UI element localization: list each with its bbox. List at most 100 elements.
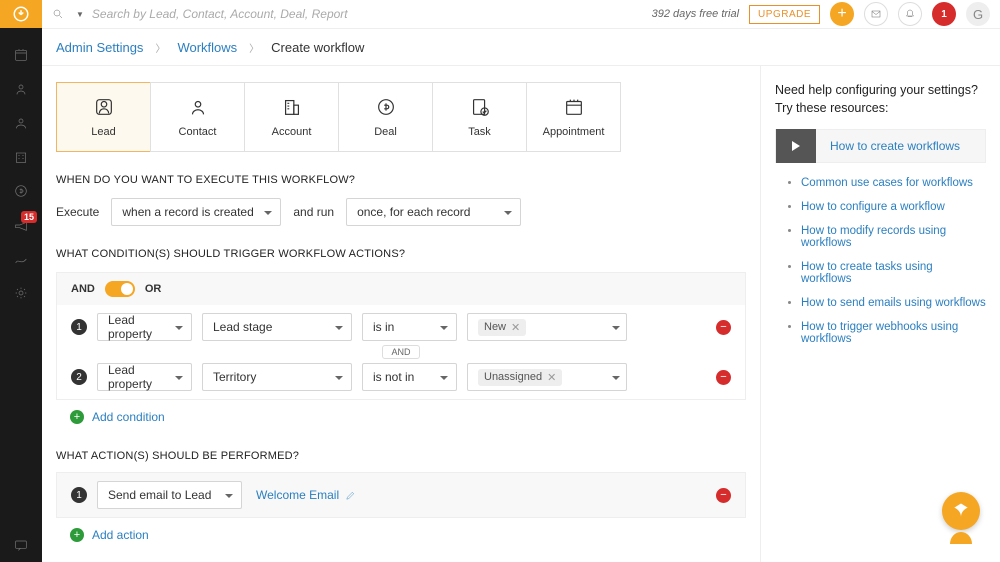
remove-tag-icon[interactable]: ✕ bbox=[511, 321, 520, 334]
task-icon bbox=[469, 96, 491, 118]
help-link[interactable]: How to modify records using workflows bbox=[801, 225, 986, 249]
section-actions-heading: WHAT ACTION(S) SHOULD BE PERFORMED? bbox=[56, 450, 746, 462]
cond2-type-dropdown[interactable]: Lead property bbox=[97, 363, 192, 391]
help-link[interactable]: How to configure a workflow bbox=[801, 201, 986, 213]
condition-number: 2 bbox=[71, 369, 87, 385]
chevron-right-icon: 〉 bbox=[155, 40, 165, 55]
help-title: Need help configuring your settings? Try… bbox=[775, 82, 986, 117]
add-condition[interactable]: + Add condition bbox=[56, 400, 746, 434]
crumb-current: Create workflow bbox=[271, 40, 364, 55]
cond1-value-dropdown[interactable]: New✕ bbox=[467, 313, 627, 341]
help-video-link[interactable]: How to create workflows bbox=[775, 129, 986, 163]
help-links-list: Common use cases for workflows How to co… bbox=[775, 177, 986, 345]
cond1-tag: New✕ bbox=[478, 319, 526, 336]
add-condition-label: Add condition bbox=[92, 410, 165, 424]
remove-tag-icon[interactable]: ✕ bbox=[547, 371, 556, 384]
global-search[interactable]: ▼ Search by Lead, Contact, Account, Deal… bbox=[52, 7, 348, 21]
cond2-value-dropdown[interactable]: Unassigned✕ bbox=[467, 363, 627, 391]
help-link[interactable]: How to send emails using workflows bbox=[801, 297, 986, 309]
help-link[interactable]: How to trigger webhooks using workflows bbox=[801, 321, 986, 345]
and-label: AND bbox=[71, 283, 95, 295]
plus-icon: + bbox=[70, 528, 84, 542]
lead-icon bbox=[93, 96, 115, 118]
execute-trigger-dropdown[interactable]: when a record is created bbox=[111, 198, 281, 226]
cond1-operator-dropdown[interactable]: is in bbox=[362, 313, 457, 341]
remove-condition-2[interactable]: − bbox=[716, 370, 731, 385]
condition-number: 1 bbox=[71, 319, 87, 335]
notification-count[interactable]: 1 bbox=[932, 2, 956, 26]
nav-user[interactable] bbox=[0, 72, 42, 106]
mail-icon[interactable] bbox=[864, 2, 888, 26]
record-task-label: Task bbox=[468, 126, 491, 138]
crumb-workflows[interactable]: Workflows bbox=[177, 40, 237, 55]
nav-badge: 15 bbox=[21, 211, 37, 223]
play-icon bbox=[776, 129, 816, 163]
crumb-admin-settings[interactable]: Admin Settings bbox=[56, 40, 143, 55]
record-task[interactable]: Task bbox=[432, 82, 527, 152]
chevron-right-icon: 〉 bbox=[249, 40, 259, 55]
search-dropdown-caret[interactable]: ▼ bbox=[76, 10, 84, 19]
help-link[interactable]: Common use cases for workflows bbox=[801, 177, 986, 189]
brand-logo[interactable] bbox=[0, 0, 42, 28]
record-lead[interactable]: Lead bbox=[56, 82, 151, 152]
add-action[interactable]: + Add action bbox=[56, 518, 746, 552]
contact-icon bbox=[187, 96, 209, 118]
bell-icon[interactable] bbox=[898, 2, 922, 26]
bot-icon bbox=[942, 492, 980, 530]
record-account[interactable]: Account bbox=[244, 82, 339, 152]
conditions-container: AND OR 1 Lead property Lead stage is in … bbox=[56, 272, 746, 400]
cond1-field-dropdown[interactable]: Lead stage bbox=[202, 313, 352, 341]
remove-action-1[interactable]: − bbox=[716, 488, 731, 503]
actions-container: 1 Send email to Lead Welcome Email − bbox=[56, 472, 746, 518]
help-video-label: How to create workflows bbox=[816, 139, 960, 153]
deal-icon bbox=[375, 96, 397, 118]
add-action-label: Add action bbox=[92, 528, 149, 542]
record-deal[interactable]: Deal bbox=[338, 82, 433, 152]
search-placeholder: Search by Lead, Contact, Account, Deal, … bbox=[92, 7, 348, 21]
cond2-tag: Unassigned✕ bbox=[478, 369, 562, 386]
record-contact[interactable]: Contact bbox=[150, 82, 245, 152]
andrun-label: and run bbox=[293, 205, 334, 219]
record-appointment-label: Appointment bbox=[543, 126, 605, 138]
execute-frequency-dropdown[interactable]: once, for each record bbox=[346, 198, 521, 226]
plus-icon: + bbox=[70, 410, 84, 424]
account-icon bbox=[281, 96, 303, 118]
appointment-icon bbox=[563, 96, 585, 118]
condition-row-1: 1 Lead property Lead stage is in New✕ − bbox=[57, 305, 745, 349]
record-lead-label: Lead bbox=[91, 126, 115, 138]
avatar[interactable]: G bbox=[966, 2, 990, 26]
cond2-field-dropdown[interactable]: Territory bbox=[202, 363, 352, 391]
nav-settings[interactable] bbox=[0, 276, 42, 310]
main-content: Lead Contact Account Deal Task Appointme… bbox=[42, 66, 760, 562]
nav-campaigns[interactable]: 15 bbox=[0, 208, 42, 242]
help-panel: Need help configuring your settings? Try… bbox=[760, 66, 1000, 562]
nav-deals[interactable] bbox=[0, 174, 42, 208]
record-type-selector: Lead Contact Account Deal Task Appointme… bbox=[56, 82, 746, 152]
action-type-dropdown[interactable]: Send email to Lead bbox=[97, 481, 242, 509]
section-conditions-heading: WHAT CONDITION(S) SHOULD TRIGGER WORKFLO… bbox=[56, 248, 746, 260]
record-contact-label: Contact bbox=[179, 126, 217, 138]
record-appointment[interactable]: Appointment bbox=[526, 82, 621, 152]
section-when-heading: WHEN DO YOU WANT TO EXECUTE THIS WORKFLO… bbox=[56, 174, 746, 186]
record-deal-label: Deal bbox=[374, 126, 397, 138]
remove-condition-1[interactable]: − bbox=[716, 320, 731, 335]
help-link[interactable]: How to create tasks using workflows bbox=[801, 261, 986, 285]
nav-chat[interactable] bbox=[0, 528, 42, 562]
action-number: 1 bbox=[71, 487, 87, 503]
upgrade-button[interactable]: UPGRADE bbox=[749, 5, 820, 24]
new-button[interactable]: + bbox=[830, 2, 854, 26]
execute-label: Execute bbox=[56, 205, 99, 219]
trial-info: 392 days free trial bbox=[652, 8, 739, 20]
cond2-operator-dropdown[interactable]: is not in bbox=[362, 363, 457, 391]
email-template-link[interactable]: Welcome Email bbox=[256, 488, 356, 502]
nav-calendar[interactable] bbox=[0, 38, 42, 72]
action-row-1: 1 Send email to Lead Welcome Email − bbox=[57, 473, 745, 517]
left-rail: 15 bbox=[0, 0, 42, 562]
cond1-type-dropdown[interactable]: Lead property bbox=[97, 313, 192, 341]
nav-contacts[interactable] bbox=[0, 106, 42, 140]
nav-accounts[interactable] bbox=[0, 140, 42, 174]
nav-reports[interactable] bbox=[0, 242, 42, 276]
chatbot-button[interactable] bbox=[942, 492, 980, 544]
breadcrumb: Admin Settings 〉 Workflows 〉 Create work… bbox=[42, 28, 1000, 66]
and-or-toggle[interactable] bbox=[105, 281, 135, 297]
